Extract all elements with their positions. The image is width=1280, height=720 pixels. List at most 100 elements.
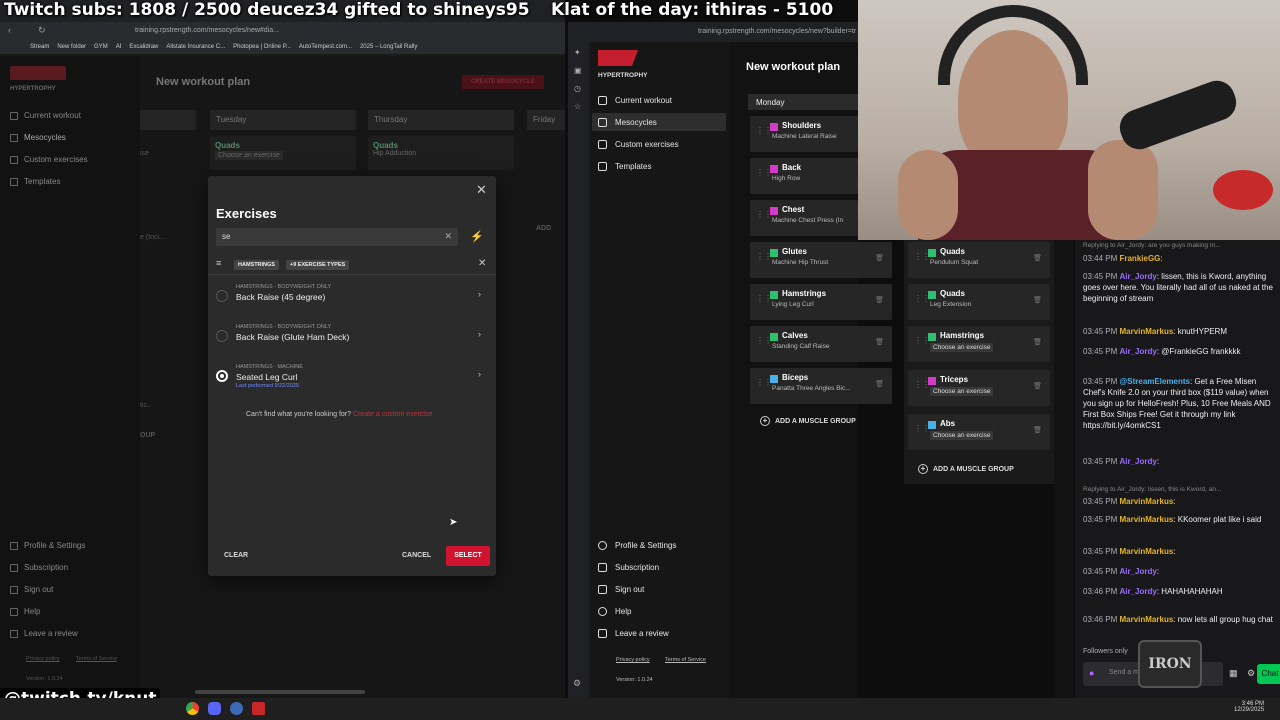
chat-send-button[interactable]: Chat bbox=[1257, 664, 1280, 684]
discord-icon[interactable] bbox=[208, 702, 221, 715]
choose-exercise-button[interactable]: Choose an exercise bbox=[930, 343, 994, 352]
trash-icon[interactable]: 🗑 bbox=[1033, 296, 1042, 304]
muscle-card[interactable]: ⋮⋮ Hamstrings Choose an exercise 🗑 bbox=[908, 326, 1050, 362]
chevron-right-icon[interactable]: › bbox=[478, 289, 481, 299]
muscle-card[interactable]: ⋮⋮ Triceps Choose an exercise 🗑 bbox=[908, 370, 1050, 406]
muscle-color-bar bbox=[770, 249, 778, 257]
privacy-link[interactable]: Privacy policy bbox=[616, 657, 650, 663]
bookmark[interactable]: AutoTempest.com... bbox=[299, 44, 352, 50]
trash-icon[interactable]: 🗑 bbox=[1033, 382, 1042, 390]
privacy-link[interactable]: Privacy policy bbox=[26, 656, 60, 662]
filter-icon[interactable]: ≡ bbox=[216, 258, 221, 268]
nav-review[interactable]: Leave a review bbox=[598, 629, 669, 638]
filter-more-chip[interactable]: +9 EXERCISE TYPES bbox=[286, 260, 350, 270]
nav-subscription[interactable]: Subscription bbox=[10, 563, 68, 572]
nav-templates[interactable]: Templates bbox=[10, 177, 60, 186]
lightning-icon[interactable]: ⚡ bbox=[466, 228, 488, 246]
muscle-card[interactable]: ⋮⋮ Abs Choose an exercise 🗑 bbox=[908, 414, 1050, 450]
nav-help[interactable]: Help bbox=[10, 607, 40, 616]
nav-current-workout[interactable]: Current workout bbox=[598, 96, 672, 105]
nav-custom-exercises[interactable]: Custom exercises bbox=[598, 140, 679, 149]
select-button[interactable]: SELECT bbox=[446, 546, 490, 566]
record-icon[interactable] bbox=[252, 702, 265, 715]
nav-mesocycles[interactable]: Mesocycles bbox=[10, 133, 66, 142]
nav-subscription[interactable]: Subscription bbox=[598, 563, 659, 572]
bookmark[interactable]: Excalidraw bbox=[129, 44, 158, 50]
microphone-icon[interactable]: ● bbox=[1089, 668, 1094, 678]
nav-current-workout[interactable]: Current workout bbox=[10, 111, 81, 120]
trash-icon[interactable]: 🗑 bbox=[875, 296, 884, 304]
muscle-card[interactable]: ⋮⋮ Quads Leg Extension 🗑 bbox=[908, 284, 1050, 320]
chevron-right-icon[interactable]: › bbox=[478, 329, 481, 339]
trash-icon[interactable]: 🗑 bbox=[1033, 426, 1042, 434]
app-icon[interactable] bbox=[230, 702, 243, 715]
tab-icon[interactable]: ▣ bbox=[574, 66, 582, 75]
trash-icon[interactable]: 🗑 bbox=[1033, 338, 1042, 346]
exercise-item-selected[interactable]: HAMSTRINGS - MACHINE Seated Leg Curl Las… bbox=[208, 358, 496, 396]
choose-exercise-button[interactable]: Choose an exercise bbox=[930, 387, 994, 396]
sparkle-icon[interactable]: ✦ bbox=[574, 48, 581, 57]
add-muscle-group-button[interactable]: + ADD A MUSCLE GROUP bbox=[760, 416, 856, 426]
muscle-card[interactable]: ⋮⋮ Chest Machine Chest Press (In bbox=[750, 200, 858, 236]
muscle-card[interactable]: ⋮⋮ Calves Standing Calf Raise 🗑 bbox=[750, 326, 892, 362]
muscle-card[interactable]: ⋮⋮ Glutes Machine Hip Thrust 🗑 bbox=[750, 242, 892, 278]
address-bar[interactable]: training.rpstrength.com/mesocycles/new#d… bbox=[135, 27, 279, 34]
nav-mesocycles[interactable]: Mesocycles bbox=[598, 118, 657, 127]
radio-button[interactable] bbox=[216, 330, 228, 342]
bookmark[interactable]: AI bbox=[116, 44, 122, 50]
nav-templates[interactable]: Templates bbox=[598, 162, 651, 171]
trash-icon[interactable]: 🗑 bbox=[875, 338, 884, 346]
muscle-card[interactable]: ⋮⋮ Hamstrings Lying Leg Curl 🗑 bbox=[750, 284, 892, 320]
trash-icon[interactable]: 🗑 bbox=[1033, 254, 1042, 262]
clear-button[interactable]: CLEAR bbox=[224, 552, 248, 559]
trash-icon[interactable]: 🗑 bbox=[875, 254, 884, 262]
close-icon[interactable]: ✕ bbox=[476, 182, 487, 198]
settings-icon[interactable]: ⚙ bbox=[1247, 668, 1255, 679]
muscle-card[interactable]: ⋮⋮ Biceps Panatta Three Angles Bic... 🗑 bbox=[750, 368, 892, 404]
address-bar[interactable]: training.rpstrength.com/mesocycles/new?b… bbox=[588, 22, 858, 42]
add-muscle-group-button[interactable]: + ADD A MUSCLE GROUP bbox=[918, 464, 1014, 474]
nav-profile[interactable]: Profile & Settings bbox=[10, 541, 85, 550]
create-mesocycle-button[interactable]: CREATE MESOCYCLE bbox=[462, 75, 544, 89]
star-icon[interactable]: ☆ bbox=[574, 102, 581, 111]
filter-chip[interactable]: HAMSTRINGS bbox=[234, 260, 279, 270]
nav-profile[interactable]: Profile & Settings bbox=[598, 541, 676, 550]
horizontal-scrollbar[interactable] bbox=[195, 690, 365, 694]
exercise-item[interactable]: HAMSTRINGS - BODYWEIGHT ONLY Back Raise … bbox=[208, 318, 496, 356]
nav-review[interactable]: Leave a review bbox=[10, 629, 78, 638]
reload-icon[interactable]: ↻ bbox=[38, 25, 46, 36]
nav-custom-exercises[interactable]: Custom exercises bbox=[10, 155, 88, 164]
nav-sign-out[interactable]: Sign out bbox=[598, 585, 644, 594]
bookmark[interactable]: New folder bbox=[57, 44, 86, 50]
history-icon[interactable]: ◷ bbox=[574, 84, 581, 93]
muscle-card[interactable]: ⋮⋮ Shoulders Machine Lateral Raise bbox=[750, 116, 858, 152]
bookmark[interactable]: Allstate Insurance C... bbox=[166, 44, 225, 50]
terms-link[interactable]: Terms of Service bbox=[76, 656, 117, 662]
radio-button-selected[interactable] bbox=[216, 370, 228, 382]
muscle-color-bar bbox=[770, 123, 778, 131]
back-icon[interactable]: ‹ bbox=[8, 25, 11, 35]
bookmark[interactable]: GYM bbox=[94, 44, 108, 50]
day-header-monday[interactable]: Monday bbox=[748, 94, 858, 110]
gift-icon[interactable]: ▦ bbox=[1229, 668, 1238, 679]
clear-search-icon[interactable]: ✕ bbox=[444, 231, 452, 242]
chrome-icon[interactable] bbox=[186, 702, 199, 715]
settings-icon[interactable]: ⚙ bbox=[573, 678, 581, 689]
search-input[interactable]: se ✕ bbox=[216, 228, 458, 246]
choose-exercise-button[interactable]: Choose an exercise bbox=[930, 431, 994, 440]
bookmark[interactable]: Stream bbox=[30, 44, 49, 50]
trash-icon[interactable]: 🗑 bbox=[875, 380, 884, 388]
terms-link[interactable]: Terms of Service bbox=[665, 657, 706, 663]
muscle-card[interactable]: ⋮⋮ Quads Pendulum Squat 🗑 bbox=[908, 242, 1050, 278]
create-custom-exercise-link[interactable]: Create a custom exercise bbox=[353, 411, 432, 418]
radio-button[interactable] bbox=[216, 290, 228, 302]
nav-help[interactable]: Help bbox=[598, 607, 631, 616]
bookmark[interactable]: Photopea | Online P... bbox=[233, 44, 291, 50]
nav-sign-out[interactable]: Sign out bbox=[10, 585, 53, 594]
muscle-card[interactable]: ⋮⋮ Back High Row bbox=[750, 158, 858, 194]
clear-filters-icon[interactable]: ✕ bbox=[478, 258, 486, 269]
chevron-right-icon[interactable]: › bbox=[478, 369, 481, 379]
bookmark[interactable]: 2025 – LongTail Rally bbox=[360, 44, 417, 50]
cancel-button[interactable]: CANCEL bbox=[402, 552, 431, 559]
exercise-item[interactable]: HAMSTRINGS - BODYWEIGHT ONLY Back Raise … bbox=[208, 278, 496, 316]
